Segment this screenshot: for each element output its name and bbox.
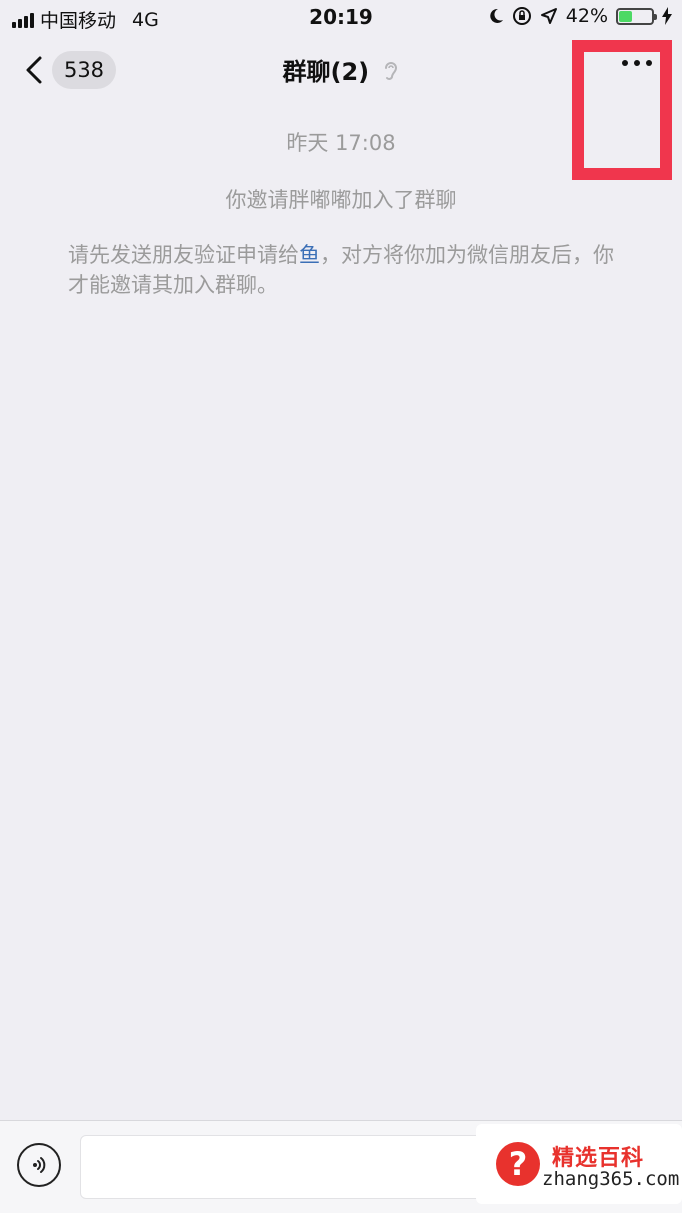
battery-icon	[616, 7, 657, 25]
back-chevron-icon	[26, 56, 42, 84]
contact-link[interactable]: 鱼	[299, 243, 320, 267]
watermark: ? 精选百科 zhang365.com	[476, 1124, 682, 1204]
watermark-site: zhang365.com	[542, 1168, 680, 1190]
notice-prefix: 请先发送朋友验证申请给	[68, 243, 299, 267]
carrier-label: 中国移动	[40, 10, 117, 32]
unread-count-badge: 538	[52, 51, 116, 89]
network-label: 4G	[132, 8, 159, 31]
chat-title-text: 群聊(2)	[282, 58, 370, 86]
ear-icon	[384, 62, 397, 80]
annotation-highlight-box	[572, 40, 672, 180]
question-logo-icon: ?	[496, 1142, 540, 1186]
battery-percent: 42%	[565, 5, 608, 27]
status-left: 中国移动 4G	[12, 6, 159, 33]
charging-icon	[662, 7, 672, 25]
location-icon	[540, 8, 557, 24]
signal-icon	[12, 12, 34, 28]
status-right: 42%	[488, 5, 672, 27]
invite-notice: 请先发送朋友验证申请给鱼，对方将你加为微信朋友后，你才能邀请其加入群聊。	[68, 240, 628, 300]
system-message: 你邀请胖嘟嘟加入了群聊	[225, 188, 457, 212]
voice-icon	[33, 1157, 46, 1173]
voice-button[interactable]	[17, 1143, 61, 1187]
moon-icon	[490, 8, 503, 23]
status-bar: 中国移动 4G 20:19 42%	[0, 0, 682, 36]
message-timestamp: 昨天 17:08	[286, 131, 396, 155]
back-button[interactable]: 538	[20, 50, 116, 90]
rotation-lock-icon	[512, 7, 531, 25]
